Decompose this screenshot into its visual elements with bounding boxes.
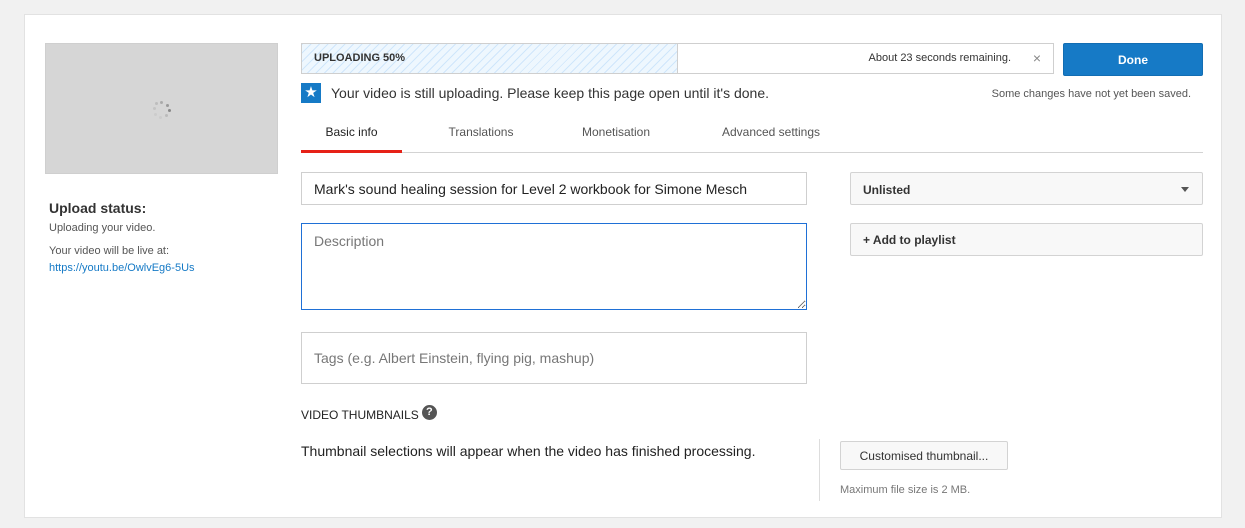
privacy-value: Unlisted (863, 183, 911, 197)
video-thumbnail-placeholder (45, 43, 278, 174)
live-at-text: Your video will be live at: (49, 245, 170, 257)
upload-progress-bar: UPLOADING 50% About 23 seconds remaining… (301, 43, 1054, 74)
upload-notice: ★ Your video is still uploading. Please … (301, 83, 769, 103)
tab-bar: Basic info Translations Monetisation Adv… (301, 123, 1203, 153)
star-icon: ★ (301, 83, 321, 103)
add-to-playlist-button[interactable]: + Add to playlist (850, 223, 1203, 256)
tab-advanced-settings[interactable]: Advanced settings (701, 123, 841, 153)
unsaved-changes-text: Some changes have not yet been saved. (991, 88, 1191, 100)
upload-status-title: Upload status: (49, 200, 147, 216)
title-input[interactable] (301, 172, 807, 205)
max-file-size-text: Maximum file size is 2 MB. (840, 484, 971, 496)
upload-card: Upload status: Uploading your video. You… (24, 14, 1222, 518)
privacy-dropdown[interactable]: Unlisted (850, 172, 1203, 205)
video-url-link[interactable]: https://youtu.be/OwlvEg6-5Us (49, 262, 195, 274)
tab-monetisation[interactable]: Monetisation (566, 123, 666, 153)
progress-label: UPLOADING 50% (314, 52, 406, 64)
tags-input[interactable] (301, 332, 807, 384)
cancel-upload-icon[interactable]: × (1033, 51, 1041, 65)
done-button[interactable]: Done (1063, 43, 1203, 76)
help-question-icon[interactable]: ? (421, 405, 437, 420)
notice-message: Your video is still uploading. Please ke… (331, 85, 770, 101)
tab-basic-info[interactable]: Basic info (301, 123, 402, 153)
upload-status-panel: Upload status: Uploading your video. You… (49, 200, 269, 276)
time-remaining: About 23 seconds remaining. (868, 52, 1011, 64)
tab-translations[interactable]: Translations (431, 123, 531, 153)
customised-thumbnail-button[interactable]: Customised thumbnail... (840, 441, 1008, 470)
vertical-divider (819, 439, 820, 501)
upload-status-text: Uploading your video. (49, 222, 156, 234)
thumbnail-info-text: Thumbnail selections will appear when th… (301, 443, 756, 459)
loading-spinner-icon (153, 101, 171, 119)
dropdown-caret-icon (1181, 187, 1189, 192)
video-thumbnails-heading: VIDEO THUMBNAILS ? (301, 405, 437, 422)
description-textarea[interactable] (301, 223, 807, 310)
thumbnails-title: VIDEO THUMBNAILS (301, 408, 419, 422)
